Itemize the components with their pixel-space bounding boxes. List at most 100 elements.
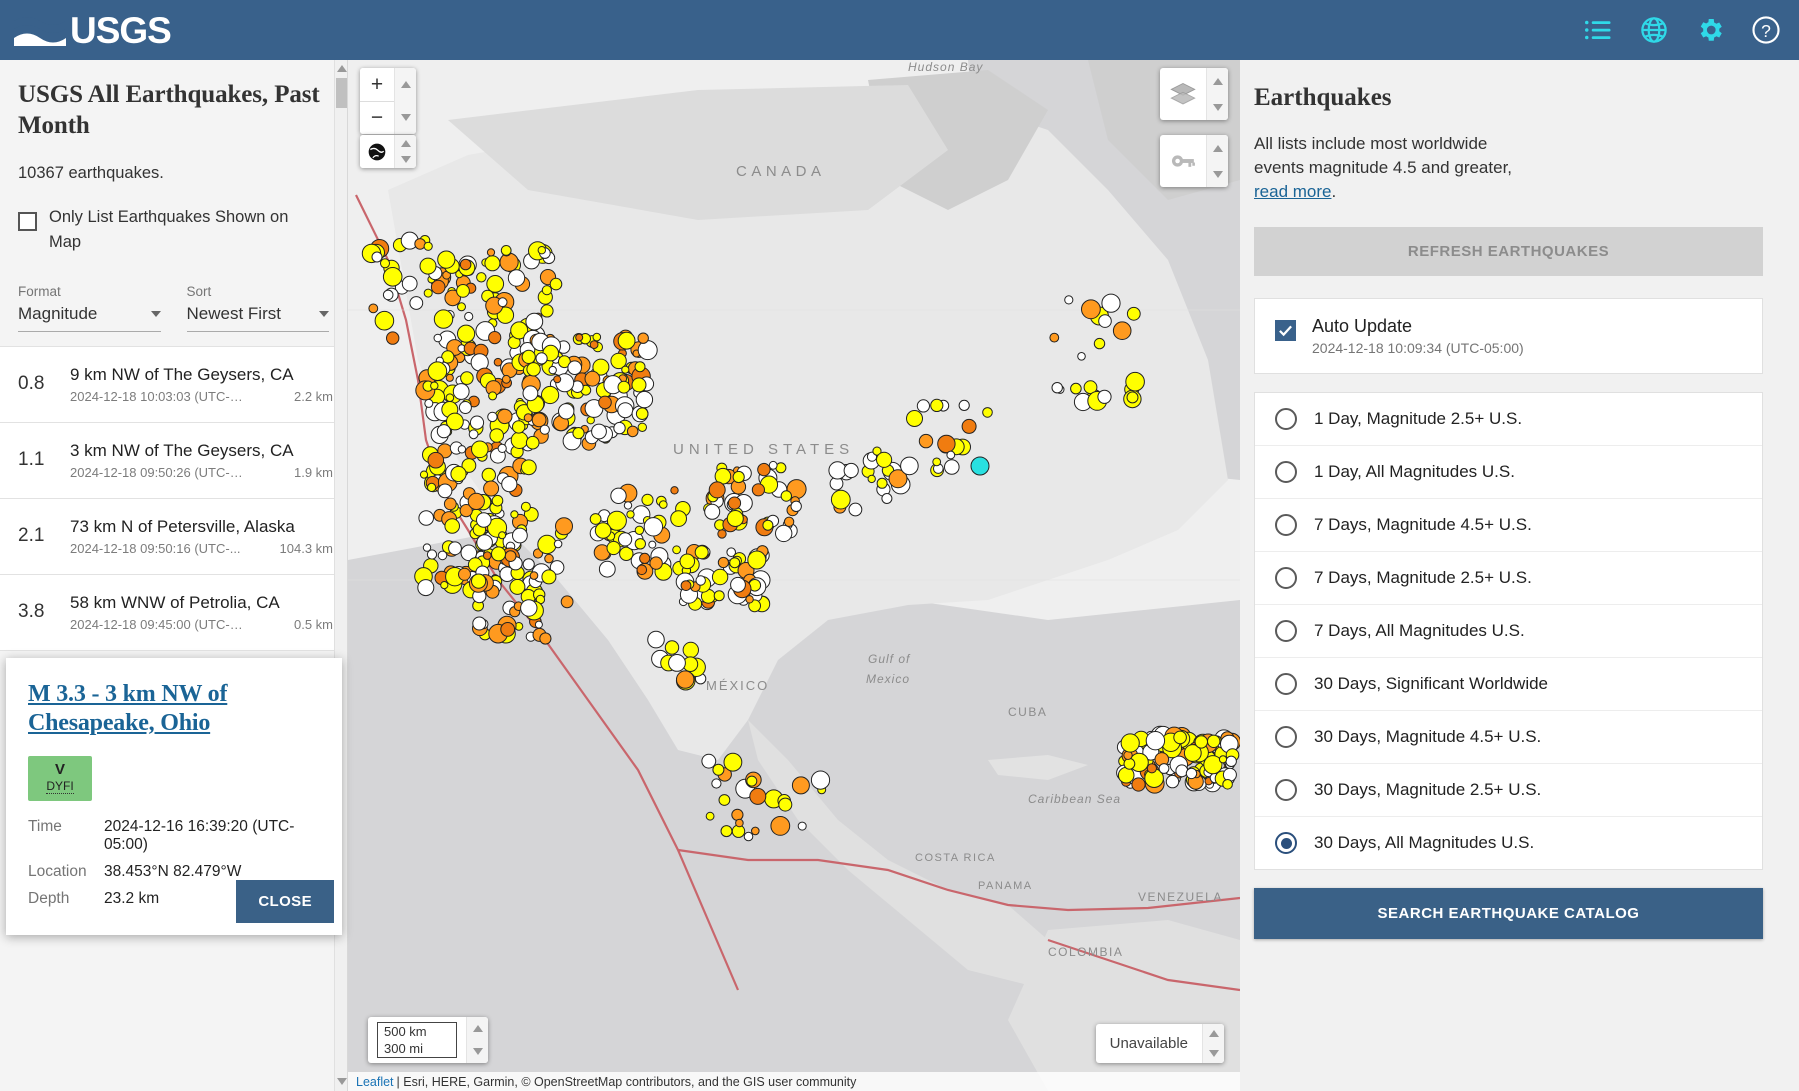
earthquake-marker[interactable] xyxy=(735,818,744,828)
earthquake-marker[interactable] xyxy=(488,331,502,345)
earthquake-marker[interactable] xyxy=(537,246,547,255)
earthquake-marker[interactable] xyxy=(730,576,746,593)
list-item[interactable]: 3.8 58 km WNW of Petrolia, CA 2024-12-18 0… xyxy=(0,574,347,651)
earthquake-marker[interactable] xyxy=(481,467,497,483)
earthquake-marker[interactable] xyxy=(668,654,686,672)
earthquake-marker[interactable] xyxy=(867,474,876,484)
earthquake-marker[interactable] xyxy=(906,410,923,427)
earthquake-marker[interactable] xyxy=(1117,766,1135,784)
earthquake-marker[interactable] xyxy=(572,427,585,440)
format-select[interactable]: Format Magnitude xyxy=(18,284,161,332)
earthquake-marker[interactable] xyxy=(610,487,627,504)
earthquake-marker[interactable] xyxy=(417,579,435,597)
earthquake-marker[interactable] xyxy=(701,753,717,769)
earthquake-marker[interactable] xyxy=(634,361,646,373)
earthquake-marker[interactable] xyxy=(501,374,511,384)
earthquake-marker[interactable] xyxy=(982,407,993,418)
auto-update-card[interactable]: Auto Update 2024-12-18 10:09:34 (UTC-05:… xyxy=(1254,298,1763,375)
earthquake-marker[interactable] xyxy=(437,550,448,561)
earthquake-marker[interactable] xyxy=(374,310,395,331)
earthquake-marker[interactable] xyxy=(723,752,743,772)
earthquake-marker[interactable] xyxy=(553,375,562,384)
earthquake-marker[interactable] xyxy=(510,510,519,519)
earthquake-marker[interactable] xyxy=(1123,757,1136,770)
earthquake-marker[interactable] xyxy=(418,510,434,526)
earthquake-marker[interactable] xyxy=(1173,730,1187,745)
earthquake-marker[interactable] xyxy=(1165,774,1180,789)
earthquake-marker[interactable] xyxy=(648,540,657,549)
earthquake-marker[interactable] xyxy=(944,459,960,475)
earthquake-marker[interactable] xyxy=(427,482,437,492)
earthquake-marker[interactable] xyxy=(544,553,554,564)
earthquake-marker[interactable] xyxy=(497,297,508,308)
earthquake-marker[interactable] xyxy=(830,489,851,510)
earthquake-marker[interactable] xyxy=(486,248,496,257)
earthquake-marker[interactable] xyxy=(522,385,539,402)
earthquake-marker[interactable] xyxy=(635,407,649,421)
earthquake-marker[interactable] xyxy=(512,527,528,544)
earthquake-marker[interactable] xyxy=(1126,306,1141,321)
earthquake-marker[interactable] xyxy=(694,545,709,560)
earthquake-marker[interactable] xyxy=(711,778,722,789)
earthquake-marker[interactable] xyxy=(704,503,721,520)
earthquake-marker[interactable] xyxy=(504,550,517,563)
earthquake-marker[interactable] xyxy=(670,510,688,528)
earthquake-marker[interactable] xyxy=(747,550,767,570)
earthquake-marker[interactable] xyxy=(1158,763,1170,774)
chevron-up-icon[interactable] xyxy=(472,1025,483,1032)
layers-control[interactable] xyxy=(1160,68,1228,120)
earthquake-marker[interactable] xyxy=(1194,735,1208,749)
earthquake-marker[interactable] xyxy=(1049,332,1060,343)
earthquake-marker[interactable] xyxy=(386,331,400,345)
earthquake-marker[interactable] xyxy=(717,529,727,539)
chevron-down-icon[interactable] xyxy=(400,114,411,121)
earthquake-marker[interactable] xyxy=(520,599,538,617)
radio-button[interactable] xyxy=(1275,620,1297,643)
earthquake-marker[interactable] xyxy=(471,440,489,459)
radio-button[interactable] xyxy=(1275,832,1297,855)
earthquake-marker[interactable] xyxy=(664,640,680,655)
selected-earthquake-marker[interactable] xyxy=(970,456,990,476)
list-item[interactable]: 0.8 9 km NW of The Geysers, CA 2024-12-18 … xyxy=(0,346,347,423)
earthquake-marker[interactable] xyxy=(743,831,754,842)
feed-option-8[interactable]: 30 Days, All Magnitudes U.S. xyxy=(1255,817,1762,869)
earthquake-marker[interactable] xyxy=(643,517,664,537)
earthquake-marker[interactable] xyxy=(958,399,970,411)
earthquake-marker[interactable] xyxy=(520,459,537,476)
earthquake-marker[interactable] xyxy=(380,258,390,269)
earthquake-marker[interactable] xyxy=(1131,777,1146,792)
feed-option-3[interactable]: 7 Days, Magnitude 2.5+ U.S. xyxy=(1255,552,1762,606)
chevron-up-icon[interactable] xyxy=(400,139,411,147)
earthquake-marker[interactable] xyxy=(476,534,493,551)
earthquake-marker[interactable] xyxy=(472,616,487,631)
basemap-spinner[interactable] xyxy=(394,135,416,168)
earthquake-marker[interactable] xyxy=(828,461,847,480)
earthquake-marker[interactable] xyxy=(437,483,453,499)
earthquake-marker[interactable] xyxy=(676,670,695,689)
unavailable-control[interactable]: Unavailable xyxy=(1095,1024,1224,1063)
earthquake-marker[interactable] xyxy=(457,302,466,312)
earthquake-marker[interactable] xyxy=(768,460,778,470)
radio-button[interactable] xyxy=(1275,779,1297,802)
earthquake-marker[interactable] xyxy=(937,434,956,454)
key-icon[interactable] xyxy=(1160,135,1206,187)
earthquake-marker[interactable] xyxy=(498,531,507,540)
earthquake-marker[interactable] xyxy=(488,391,498,401)
earthquake-marker[interactable] xyxy=(445,373,454,382)
earthquake-marker[interactable] xyxy=(1222,767,1237,782)
list-item[interactable]: 2.1 73 km N of Petersville, Alaska 2024-12… xyxy=(0,498,347,575)
earthquake-marker[interactable] xyxy=(467,492,485,510)
only-list-shown-row[interactable]: Only List Earthquakes Shown on Map xyxy=(18,205,325,256)
earthquake-marker[interactable] xyxy=(695,575,706,586)
earthquake-marker[interactable] xyxy=(457,324,476,343)
earthquake-marker[interactable] xyxy=(523,413,533,423)
earthquake-marker[interactable] xyxy=(499,252,519,272)
auto-update-checkbox[interactable] xyxy=(1275,320,1296,342)
earthquake-marker[interactable] xyxy=(368,303,379,314)
earthquake-marker[interactable] xyxy=(476,272,487,283)
earthquake-marker[interactable] xyxy=(548,365,557,375)
earthquake-marker[interactable] xyxy=(659,500,668,509)
feed-option-5[interactable]: 30 Days, Significant Worldwide xyxy=(1255,658,1762,712)
earthquake-marker[interactable] xyxy=(634,538,646,550)
earthquake-marker[interactable] xyxy=(458,401,472,414)
